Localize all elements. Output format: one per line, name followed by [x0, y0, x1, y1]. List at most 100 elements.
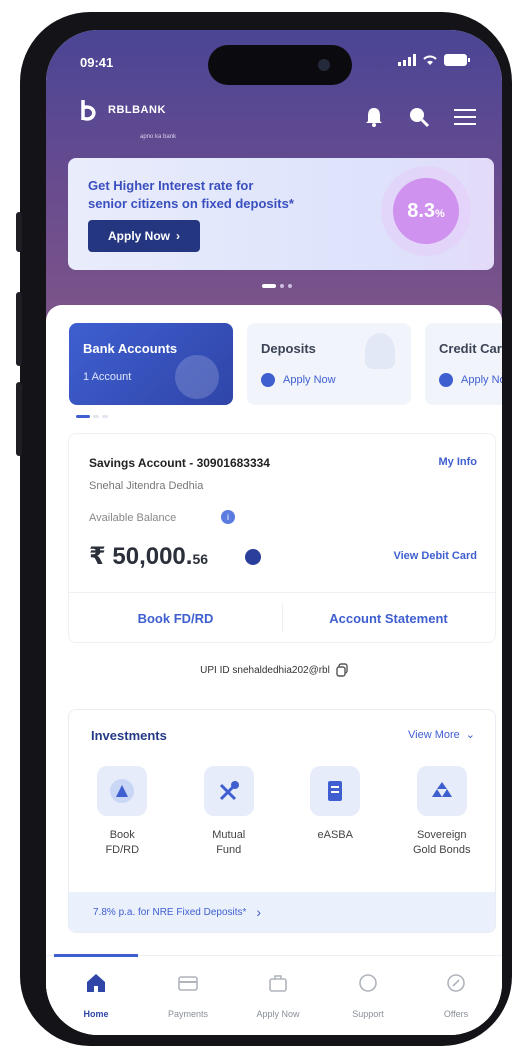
account-name: Savings Account - 30901683334 [89, 456, 270, 470]
status-time: 09:41 [80, 55, 114, 70]
nav-support[interactable]: Support [322, 972, 414, 1019]
info-icon[interactable]: i [221, 510, 235, 524]
promo-text: 7.8% p.a. for NRE Fixed Deposits* [93, 906, 247, 918]
investment-items: Book FD/RD Mutual Fund eASBA Sovereign G… [69, 766, 495, 858]
brand-name: RBLBANK [108, 104, 166, 116]
nav-label: Home [83, 1009, 109, 1019]
deposits-apply[interactable]: Apply Now [261, 373, 336, 387]
apply-icon [269, 975, 287, 992]
nav-payments[interactable]: Payments [142, 972, 234, 1019]
nav-label: Support [352, 1009, 384, 1019]
banner-apply-label: Apply Now [108, 229, 170, 243]
camera-icon [318, 59, 330, 71]
investment-label: Mutual Fund [212, 829, 246, 856]
bell-icon[interactable] [364, 106, 384, 128]
status-icons [398, 54, 470, 66]
rbl-logo-icon [81, 100, 96, 121]
amount-decimal: 56 [192, 551, 209, 567]
tab-title: Bank Accounts [83, 341, 178, 356]
signal-icon [398, 54, 416, 66]
chevron-down-icon: ⌄ [465, 729, 475, 741]
banner-line-1: Get Higher Interest rate for [88, 178, 254, 193]
nav-label: Apply Now [256, 1009, 300, 1019]
nre-promo-link[interactable]: 7.8% p.a. for NRE Fixed Deposits* › [69, 892, 495, 932]
account-actions: Book FD/RD Account Statement [69, 592, 495, 643]
tab-deposits[interactable]: Deposits Apply Now [247, 323, 411, 405]
rate-badge: 8.3% [393, 178, 459, 244]
investment-mutual-fund[interactable]: Mutual Fund [183, 766, 275, 858]
content-sheet: Bank Accounts 1 Account Deposits Apply N… [46, 305, 502, 1035]
chevron-right-icon: › [176, 229, 180, 243]
chevron-right-icon: › [256, 904, 262, 920]
action-button [16, 212, 22, 252]
nav-offers[interactable]: Offers [410, 972, 502, 1019]
investment-label: Sovereign Gold Bonds [413, 829, 471, 856]
balance-amount: ₹ 50,000.56 [89, 542, 208, 571]
my-info-link[interactable]: My Info [439, 456, 478, 468]
home-icon [87, 974, 105, 992]
account-holder: Snehal Jitendra Dedhia [89, 480, 204, 492]
payments-icon [178, 976, 198, 991]
fd-icon [97, 766, 148, 816]
view-more-button[interactable]: View More ⌄ [408, 728, 475, 742]
rate-value: 8.3 [407, 199, 436, 222]
currency-symbol: ₹ [89, 543, 106, 570]
view-debit-card-link[interactable]: View Debit Card [393, 550, 477, 562]
tab-pager [76, 415, 108, 418]
support-icon [359, 974, 377, 992]
amount-main: 50,000. [112, 543, 193, 570]
banner-pager [262, 284, 292, 288]
arrow-circle-icon [261, 373, 275, 387]
easba-icon [310, 766, 361, 816]
apply-label: Apply Now [283, 374, 336, 386]
menu-icon[interactable] [454, 108, 476, 126]
banner-apply-button[interactable]: Apply Now › [88, 220, 200, 252]
tab-subtitle: 1 Account [83, 371, 132, 383]
investments-title: Investments [91, 728, 167, 743]
bottom-nav: Home Payments Apply Now Support Offers [46, 954, 502, 1035]
wifi-icon [423, 55, 437, 65]
brand-tagline: apno ka bank [140, 134, 177, 140]
apply-label: Apply Now [461, 374, 502, 386]
active-tab-indicator [54, 954, 138, 957]
arrow-circle-icon [439, 373, 453, 387]
nav-apply-now[interactable]: Apply Now [232, 972, 324, 1019]
volume-up-button [16, 292, 22, 366]
gold-bonds-icon [416, 766, 467, 816]
tab-bank-accounts[interactable]: Bank Accounts 1 Account [69, 323, 233, 405]
header-actions [364, 106, 476, 128]
investment-gold-bonds[interactable]: Sovereign Gold Bonds [396, 766, 488, 858]
nav-home[interactable]: Home [50, 972, 142, 1019]
account-statement-button[interactable]: Account Statement [282, 593, 495, 643]
offers-icon [447, 974, 465, 992]
view-more-label: View More [408, 728, 460, 741]
eye-icon[interactable] [245, 549, 261, 565]
piggy-bank-icon [175, 355, 219, 399]
investment-book-fd[interactable]: Book FD/RD [76, 766, 168, 858]
book-fd-button[interactable]: Book FD/RD [69, 593, 282, 643]
app-screen: 09:41 RBLBANK apno ka bank Get Higher In… [46, 30, 502, 1035]
banner-line-2: senior citizens on fixed deposits* [88, 196, 294, 211]
tab-title: Credit Card [439, 341, 502, 356]
credit-card-apply[interactable]: Apply Now [439, 373, 502, 387]
account-card: Savings Account - 30901683334 My Info Sn… [68, 433, 496, 643]
tab-title: Deposits [261, 341, 316, 356]
tab-credit-card[interactable]: Credit Card Apply Now [425, 323, 502, 405]
brand-logo: RBLBANK apno ka bank [80, 98, 176, 140]
battery-icon [444, 54, 470, 66]
investment-label: eASBA [317, 829, 353, 841]
search-icon[interactable] [408, 106, 430, 128]
rate-suffix: % [435, 208, 445, 220]
promo-banner[interactable]: Get Higher Interest rate for senior citi… [68, 158, 494, 270]
available-balance-label: Available Balance [89, 512, 177, 524]
dynamic-island [208, 45, 352, 85]
copy-icon[interactable] [336, 663, 348, 677]
volume-down-button [16, 382, 22, 456]
hero-header: 09:41 RBLBANK apno ka bank Get Higher In… [46, 30, 502, 330]
upi-id-text: UPI ID snehaldedhia202@rbl [200, 664, 330, 676]
product-tabs: Bank Accounts 1 Account Deposits Apply N… [69, 323, 502, 405]
nav-label: Payments [167, 1009, 209, 1019]
investment-easba[interactable]: eASBA [289, 766, 381, 858]
investments-card: Investments View More ⌄ Book FD/RD Mutual… [68, 709, 496, 933]
nav-label: Offers [443, 1009, 469, 1019]
